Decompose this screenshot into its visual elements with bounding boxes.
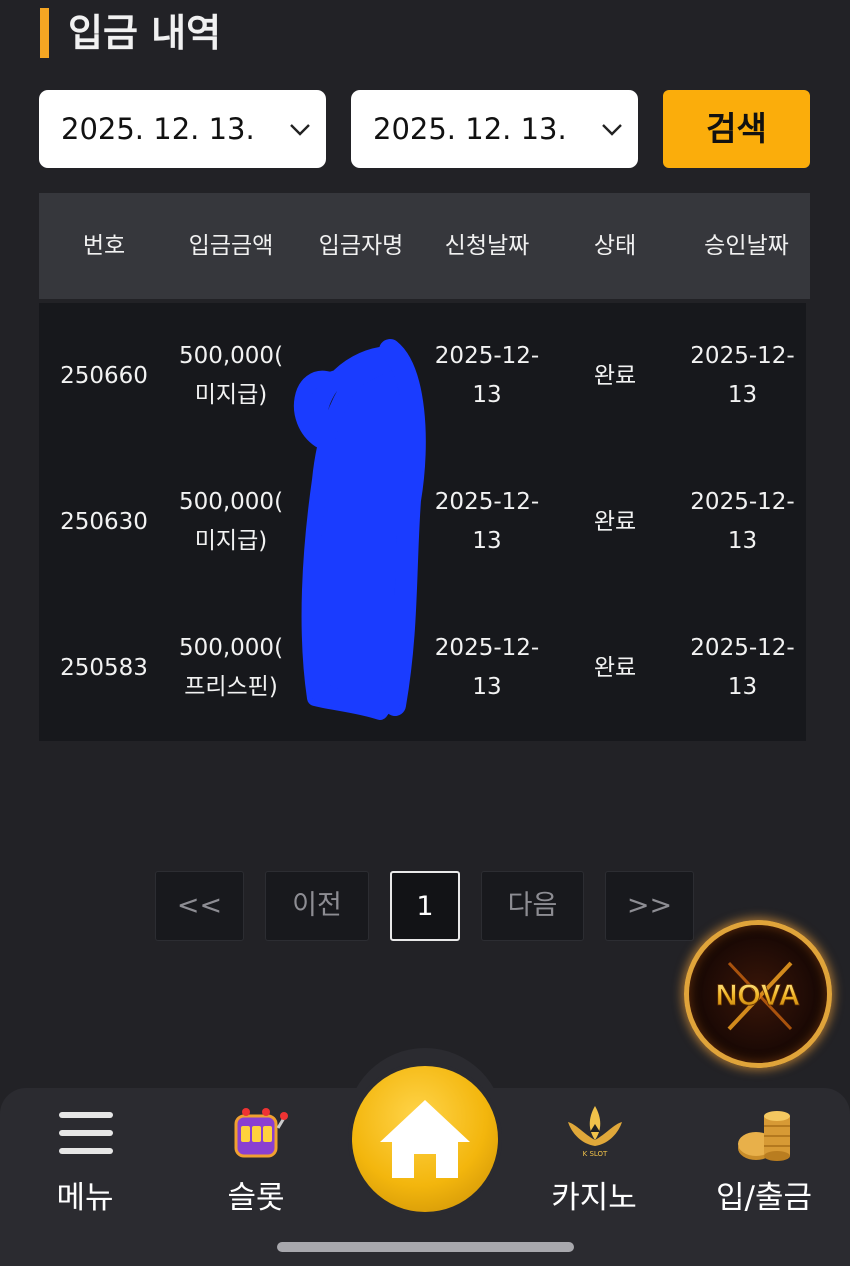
cell-amount: 500,000( 미지급) (167, 449, 295, 595)
pagination-next-button[interactable]: 다음 (481, 871, 584, 941)
column-header-amount: 입금금액 (188, 233, 274, 259)
end-date-select[interactable]: 2025. 12. 13. (351, 90, 638, 168)
nav-deposit-withdraw-button[interactable]: 입/출금 (694, 1100, 834, 1220)
approve-date-line2: 13 (727, 674, 758, 700)
cell-status: 완료 (593, 508, 637, 535)
request-date-line1: 2025-12- (434, 489, 540, 515)
cell-status: 완료 (593, 654, 637, 681)
nav-deposit-withdraw-label: 입/출금 (715, 1180, 812, 1216)
redaction-scribble (294, 339, 426, 720)
cell-request-date: 2025-12- 13 (423, 449, 551, 595)
amount-note: 프리스핀) (184, 674, 278, 700)
amount-note: 미지급) (194, 528, 268, 554)
column-header-approve-date: 승인날짜 (704, 233, 789, 259)
system-home-indicator[interactable] (277, 1242, 574, 1252)
cell-amount: 500,000( 미지급) (167, 303, 295, 449)
cell-approve-date: 2025-12- 13 (679, 595, 806, 741)
start-date-value: 2025. 12. 13. (61, 112, 255, 146)
nav-menu-button[interactable]: 메뉴 (15, 1100, 155, 1220)
hamburger-menu-icon (59, 1112, 113, 1154)
cell-request-date: 2025-12- 13 (423, 303, 551, 449)
approve-date-line1: 2025-12- (690, 635, 795, 661)
cell-approve-date: 2025-12- 13 (679, 449, 806, 595)
pagination-first-button[interactable]: << (155, 871, 244, 941)
cell-request-date: 2025-12- 13 (423, 595, 551, 741)
page-title: 입금 내역 (68, 11, 222, 55)
cell-status: 완료 (593, 362, 637, 389)
home-icon (380, 1100, 470, 1178)
cell-number: 250630 (60, 508, 148, 535)
cell-number: 250583 (60, 654, 148, 681)
approve-date-line1: 2025-12- (690, 489, 795, 515)
nav-casino-button[interactable]: K SLOT 카지노 (524, 1100, 664, 1220)
casino-badge-text: K SLOT (583, 1150, 608, 1158)
nav-casino-label: 카지노 (551, 1180, 637, 1216)
pagination-current-page[interactable]: 1 (390, 871, 460, 941)
amount-note: 미지급) (194, 382, 268, 408)
search-button[interactable]: 검색 (663, 90, 810, 168)
chevron-down-icon (290, 124, 310, 136)
amount-value: 500,000( (178, 343, 284, 369)
pagination-last-button[interactable]: >> (605, 871, 694, 941)
nova-logo-button[interactable]: NOVA (684, 920, 832, 1068)
casino-lotus-icon: K SLOT (568, 1106, 622, 1158)
column-header-status: 상태 (593, 233, 637, 259)
request-date-line2: 13 (472, 674, 502, 700)
nav-slot-button[interactable]: 슬롯 (186, 1100, 326, 1220)
chevron-down-icon (602, 124, 622, 136)
start-date-select[interactable]: 2025. 12. 13. (39, 90, 326, 168)
end-date-value: 2025. 12. 13. (373, 112, 567, 146)
column-header-number: 번호 (82, 233, 126, 259)
request-date-line2: 13 (472, 382, 502, 408)
nav-menu-label: 메뉴 (56, 1180, 114, 1216)
coins-icon (738, 1111, 790, 1161)
request-date-line1: 2025-12- (434, 343, 540, 369)
home-button[interactable] (352, 1066, 498, 1212)
approve-date-line2: 13 (727, 528, 758, 554)
nova-logo-icon: NOVA (715, 961, 801, 1031)
approve-date-line1: 2025-12- (690, 343, 795, 369)
cell-number: 250660 (60, 362, 148, 389)
nova-logo-text: NOVA (716, 979, 800, 1012)
cell-amount: 500,000( 프리스핀) (167, 595, 295, 741)
pagination-prev-button[interactable]: 이전 (265, 871, 369, 941)
cell-approve-date: 2025-12- 13 (679, 303, 806, 449)
title-accent-bar (40, 8, 49, 58)
nav-slot-label: 슬롯 (227, 1180, 285, 1216)
request-date-line1: 2025-12- (434, 635, 540, 661)
deposit-history-page: 입금 내역 2025. 12. 13. 2025. 12. 13. 검색 번호 … (0, 0, 850, 1266)
request-date-line2: 13 (472, 528, 502, 554)
amount-value: 500,000( (178, 635, 284, 661)
amount-value: 500,000( (178, 489, 284, 515)
approve-date-line2: 13 (727, 382, 758, 408)
column-header-request-date: 신청날짜 (444, 233, 530, 259)
table-header: 번호 입금금액 입금자명 신청날짜 상태 승인날짜 (39, 193, 810, 299)
slot-machine-icon (234, 1108, 288, 1158)
column-header-depositor: 입금자명 (318, 233, 404, 259)
